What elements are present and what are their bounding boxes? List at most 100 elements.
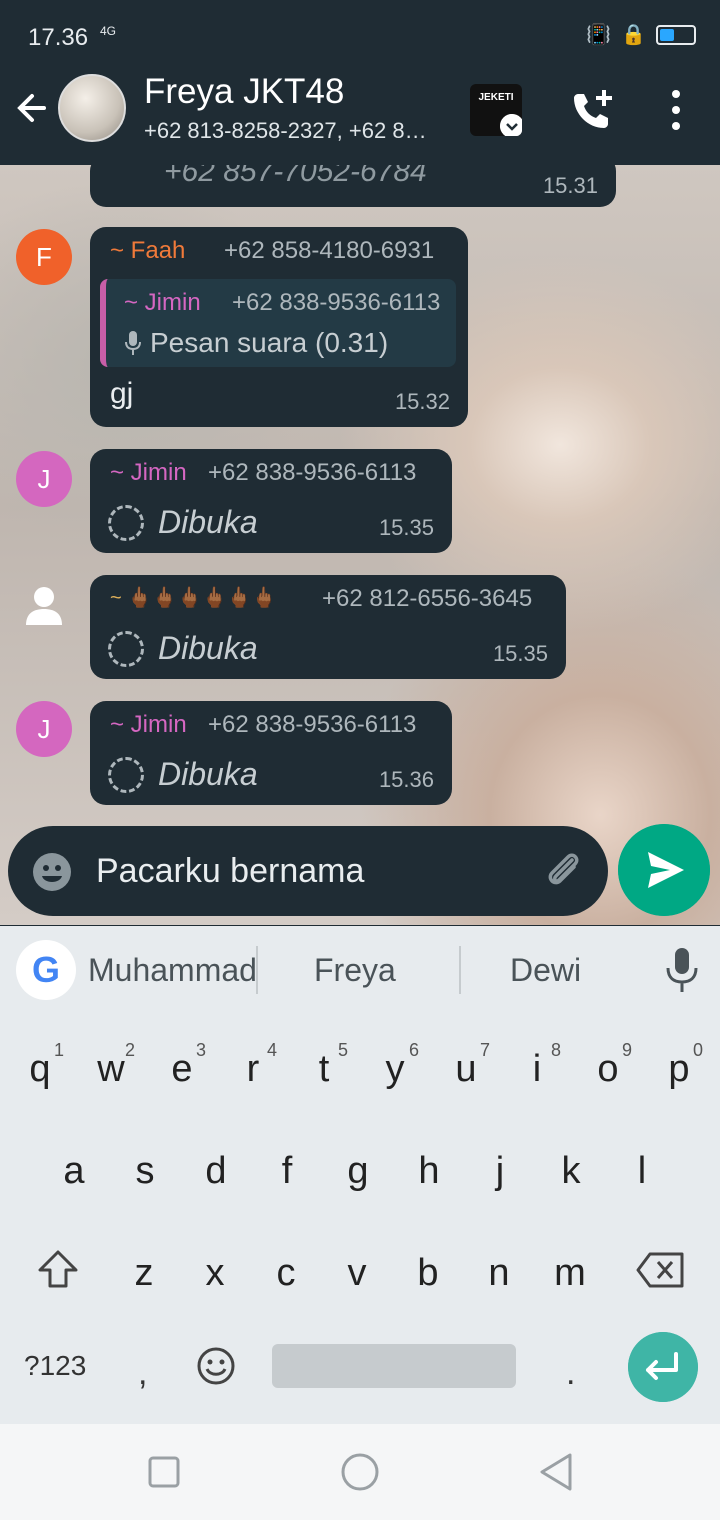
message-bubble[interactable]: +62 857-7052-6784 15.31 [90,165,616,207]
key-c[interactable]: c [256,1228,316,1308]
key-m[interactable]: m [540,1228,600,1308]
group-avatar[interactable] [58,74,126,142]
key-label: b [417,1252,439,1294]
key-x[interactable]: x [185,1228,245,1308]
quoted-text: Pesan suara (0.31) [150,327,389,358]
key-k[interactable]: k [541,1126,601,1206]
suggestion-bar: G Muhammad Freya Dewi [0,926,720,1014]
view-once-indicator[interactable]: Dibuka [108,756,258,793]
google-logo-icon[interactable]: G [16,940,76,1000]
microphone-icon [125,331,141,355]
key-z[interactable]: z [114,1228,174,1308]
key-e[interactable]: e3 [152,1024,212,1104]
message-sender[interactable]: ~ 🖕🏾🖕🏾🖕🏾🖕🏾🖕🏾🖕🏾 [110,585,277,610]
back-arrow-icon[interactable] [14,88,54,128]
key-i[interactable]: i8 [507,1024,567,1104]
message-phone: +62 812-6556-3645 [322,585,533,612]
message-sender[interactable]: ~ Jimin [110,459,187,487]
avatar[interactable]: F [16,229,72,285]
keyboard: q1w2e3r4t5y6u7i8o9p0 a s d f g h j k l z x c v b n m ?… [0,1014,720,1424]
key-u[interactable]: u7 [436,1024,496,1104]
message-phone: +62 838-9536-6113 [208,711,417,738]
space-key[interactable] [272,1344,516,1388]
quoted-message[interactable]: ~ Jimin +62 838-9536-6113 Pesan suara (0… [100,279,456,367]
shift-icon[interactable] [36,1248,80,1292]
avatar[interactable]: J [16,451,72,507]
quoted-voice-note: Pesan suara (0.31) [124,327,388,359]
key-h[interactable]: h [399,1126,459,1206]
chat-subtitle[interactable]: +62 813-8258-2327, +62 8… [144,118,444,144]
message-sender[interactable]: ~ Jimin [110,711,187,739]
view-once-indicator[interactable]: Dibuka [108,504,258,541]
back-nav-icon[interactable] [538,1452,574,1492]
message-text: Dibuka [158,630,258,666]
key-hint: 8 [550,1040,561,1060]
divider [459,946,461,994]
key-q[interactable]: q1 [10,1024,70,1104]
enter-key[interactable] [628,1332,698,1402]
key-hint: 2 [124,1040,135,1060]
message-time: 15.31 [542,173,598,198]
key-d[interactable]: d [186,1126,246,1206]
symbols-key[interactable]: ?123 [24,1350,86,1382]
add-call-icon[interactable] [568,86,616,134]
message-bubble[interactable]: ~ Jimin +62 838-9536-6113 Dibuka 15.36 [90,701,452,805]
more-options-icon[interactable] [662,88,690,132]
view-once-icon [108,756,144,793]
message-input[interactable] [96,852,516,891]
message-sender[interactable]: ~ Faah [110,237,185,265]
network-indicator: 4G [100,24,117,38]
key-t[interactable]: t5 [294,1024,354,1104]
system-nav-bar [0,1424,720,1520]
key-j[interactable]: j [470,1126,530,1206]
view-once-icon [108,504,144,541]
backspace-icon[interactable] [636,1252,686,1288]
battery-fill [660,28,674,41]
suggestion-item[interactable]: Muhammad [88,952,257,989]
chat-title[interactable]: Freya JKT48 [144,72,344,112]
message-phone: +62 858-4180-6931 [224,237,435,264]
key-y[interactable]: y6 [365,1024,425,1104]
paperclip-icon[interactable] [542,848,586,892]
message-time: 15.32 [394,389,450,414]
quoted-phone: +62 838-9536-6113 [232,289,441,316]
recents-icon[interactable] [148,1456,180,1488]
suggestion-item[interactable]: Freya [314,952,396,989]
message-text: Dibuka [158,504,258,540]
emoji-key-icon[interactable] [196,1346,236,1386]
message-bubble[interactable]: ~ 🖕🏾🖕🏾🖕🏾🖕🏾🖕🏾🖕🏾 +62 812-6556-3645 Dibuka … [90,575,566,679]
send-button[interactable] [618,824,710,916]
default-user-icon[interactable] [22,583,66,627]
key-label: j [495,1150,505,1192]
key-p[interactable]: p0 [649,1024,709,1104]
message-phone: +62 857-7052-6784 [164,165,427,188]
comma-key[interactable]: , [138,1354,147,1393]
key-r[interactable]: r4 [223,1024,283,1104]
message-bubble[interactable]: ~ Jimin +62 838-9536-6113 Dibuka 15.35 [90,449,452,553]
avatar[interactable]: J [16,701,72,757]
key-v[interactable]: v [327,1228,387,1308]
key-g[interactable]: g [328,1126,388,1206]
key-hint: 7 [479,1040,490,1060]
key-label: g [347,1150,369,1192]
community-thumbnail[interactable]: JEKETI [470,84,522,136]
period-key[interactable]: . [566,1354,575,1393]
key-a[interactable]: a [44,1126,104,1206]
key-hint: 9 [621,1040,632,1060]
microphone-icon[interactable] [662,946,702,994]
key-w[interactable]: w2 [81,1024,141,1104]
key-l[interactable]: l [612,1126,672,1206]
chat-area[interactable]: +62 857-7052-6784 15.31 F ~ Faah +62 858… [0,165,720,925]
emoji-icon[interactable] [32,852,72,892]
key-s[interactable]: s [115,1126,175,1206]
key-f[interactable]: f [257,1126,317,1206]
key-o[interactable]: o9 [578,1024,638,1104]
message-bubble[interactable]: ~ Faah +62 858-4180-6931 ~ Jimin +62 838… [90,227,468,427]
key-b[interactable]: b [398,1228,458,1308]
suggestion-item[interactable]: Dewi [510,952,581,989]
key-hint: 5 [337,1040,348,1060]
key-hint: 0 [692,1040,703,1060]
home-icon[interactable] [340,1452,380,1492]
view-once-indicator[interactable]: Dibuka [108,630,258,667]
key-n[interactable]: n [469,1228,529,1308]
